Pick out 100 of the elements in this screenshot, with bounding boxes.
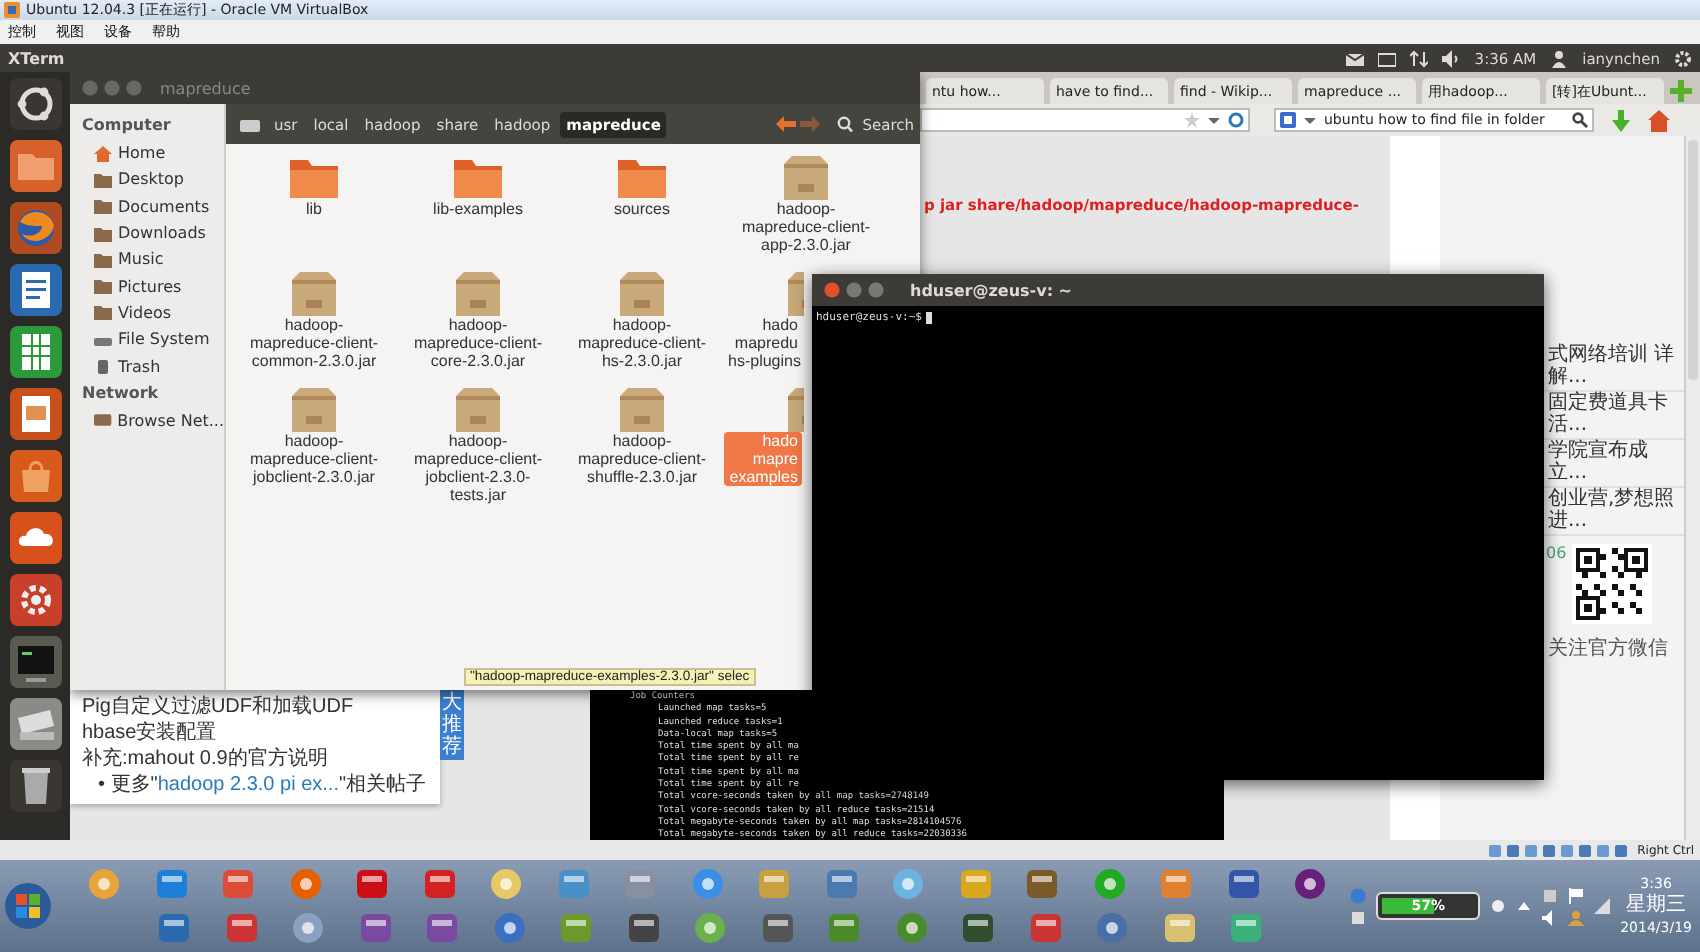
back-icon[interactable] [776, 116, 797, 132]
up-arrow-icon[interactable] [1516, 898, 1533, 914]
app-icon[interactable] [694, 912, 726, 944]
app-icon[interactable] [1029, 912, 1061, 944]
app-icon[interactable] [1096, 912, 1128, 944]
sidebar-item[interactable]: File System [82, 326, 224, 353]
home-icon[interactable] [1648, 109, 1670, 131]
app-icon[interactable] [158, 912, 190, 944]
app-icon[interactable] [289, 868, 321, 900]
app-icon[interactable] [155, 868, 187, 900]
document-icon[interactable] [9, 264, 61, 316]
sidebar-item[interactable]: Browse Net... [82, 407, 224, 434]
recommend-tab[interactable]: 大推荐 [440, 690, 464, 760]
signal-icon[interactable] [1594, 898, 1611, 914]
ubuntu-logo-icon[interactable] [9, 78, 61, 130]
settings-icon[interactable] [9, 574, 61, 626]
file-name[interactable]: lib [301, 200, 326, 218]
volume-icon[interactable] [1442, 49, 1461, 67]
trash-icon[interactable] [9, 760, 61, 812]
app-icon[interactable] [825, 868, 857, 900]
folder-icon[interactable] [9, 140, 61, 192]
app-icon[interactable] [1227, 868, 1259, 900]
app-icon[interactable] [962, 912, 994, 944]
file-name[interactable]: hadoop- mapreduce-client- jobclient-2.3.0.jar [245, 432, 383, 486]
mail-icon[interactable] [1346, 49, 1365, 67]
start-button[interactable] [4, 882, 52, 930]
search-engine-icon[interactable] [1280, 112, 1296, 128]
presentation-icon[interactable] [9, 388, 61, 440]
maximize-icon[interactable] [126, 80, 142, 96]
globe-icon[interactable] [9, 202, 61, 254]
forward-icon[interactable] [800, 116, 821, 132]
shopping-bag-icon[interactable] [9, 450, 61, 502]
app-icon[interactable] [761, 912, 793, 944]
scanner-icon[interactable] [9, 698, 61, 750]
download-icon[interactable] [1610, 109, 1632, 131]
sidebar-link[interactable]: 学院宣布成立... [1548, 442, 1680, 484]
app-icon[interactable] [88, 868, 120, 900]
close-icon[interactable] [824, 282, 840, 298]
tray-icon[interactable] [1542, 887, 1559, 903]
app-icon[interactable] [292, 912, 324, 944]
file-name[interactable]: hadoop- mapreduce-client- jobclient-2.3.0- tests.jar [409, 432, 547, 504]
reload-icon[interactable] [1228, 112, 1244, 128]
cloud-icon[interactable] [9, 512, 61, 564]
caret-icon[interactable] [1302, 112, 1318, 128]
app-icon[interactable] [423, 868, 455, 900]
app-icon[interactable] [356, 868, 388, 900]
sidebar-item[interactable]: Downloads [82, 219, 224, 247]
settings-icon[interactable] [1674, 49, 1692, 67]
sidebar-item[interactable]: Videos [82, 299, 224, 327]
file-name[interactable]: hadoop- mapreduce-client- hs-2.3.0.jar [573, 316, 711, 370]
app-icon[interactable] [627, 912, 659, 944]
file-name[interactable]: lib-examples [429, 200, 527, 218]
search-icon[interactable] [1572, 112, 1588, 128]
file-name[interactable]: hadoop- mapreduce-client- common-2.3.0.jar [245, 316, 383, 370]
app-icon[interactable] [1294, 868, 1326, 900]
app-icon[interactable] [895, 912, 927, 944]
sidebar-item[interactable]: Documents [82, 193, 224, 220]
app-icon[interactable] [758, 868, 790, 900]
caret-icon[interactable] [1206, 112, 1222, 128]
tray-icon[interactable] [1350, 909, 1367, 925]
app-icon[interactable] [560, 912, 592, 944]
app-icon[interactable] [1093, 868, 1125, 900]
recommendation-link[interactable]: hbase安装配置 [82, 722, 428, 746]
minimize-icon[interactable] [104, 80, 120, 96]
file-name[interactable]: hado mapredu hs-plugins [724, 316, 802, 370]
file-name[interactable]: sources [609, 200, 674, 218]
sidebar-item[interactable]: Music [82, 246, 224, 273]
app-icon[interactable] [493, 912, 525, 944]
star-icon[interactable] [1184, 112, 1200, 128]
app-icon[interactable] [959, 868, 991, 900]
sidebar-item[interactable]: Home [82, 140, 224, 167]
app-icon[interactable] [892, 868, 924, 900]
address-field[interactable] [920, 108, 1250, 132]
keyboard-icon[interactable] [1378, 49, 1397, 67]
flag-icon[interactable] [1568, 887, 1585, 903]
person-icon[interactable] [1550, 49, 1569, 67]
file-name[interactable]: hadoop- mapreduce-client- core-2.3.0.jar [409, 316, 547, 370]
app-icon[interactable] [426, 912, 458, 944]
app-icon[interactable] [1230, 912, 1262, 944]
sidebar-link[interactable]: 创业营,梦想照进... [1548, 490, 1680, 532]
app-icon[interactable] [1026, 868, 1058, 900]
sidebar-link[interactable]: 式网络培训 详解... [1548, 346, 1680, 388]
file-name[interactable]: hadoop- mapreduce-client- app-2.3.0.jar [737, 200, 875, 254]
app-icon[interactable] [359, 912, 391, 944]
minimize-icon[interactable] [846, 282, 862, 298]
maximize-icon[interactable] [868, 282, 884, 298]
scrollbar[interactable] [1684, 136, 1700, 840]
spreadsheet-icon[interactable] [9, 326, 61, 378]
app-icon[interactable] [225, 912, 257, 944]
app-icon[interactable] [222, 868, 254, 900]
sidebar-item[interactable]: Trash [82, 352, 224, 380]
recommendation-link[interactable]: Pig自定义过滤UDF和加载UDF [82, 696, 428, 720]
app-icon[interactable] [1163, 912, 1195, 944]
app-icon[interactable] [828, 912, 860, 944]
network-icon[interactable] [1410, 49, 1429, 67]
app-icon[interactable] [490, 868, 522, 900]
sidebar-link[interactable]: 固定费道具卡活... [1548, 394, 1680, 436]
sidebar-item[interactable]: Desktop [82, 166, 224, 194]
recommendation-link[interactable]: 补充:mahout 0.9的官方说明 [82, 748, 428, 772]
sidebar-item[interactable]: Pictures [82, 272, 224, 300]
